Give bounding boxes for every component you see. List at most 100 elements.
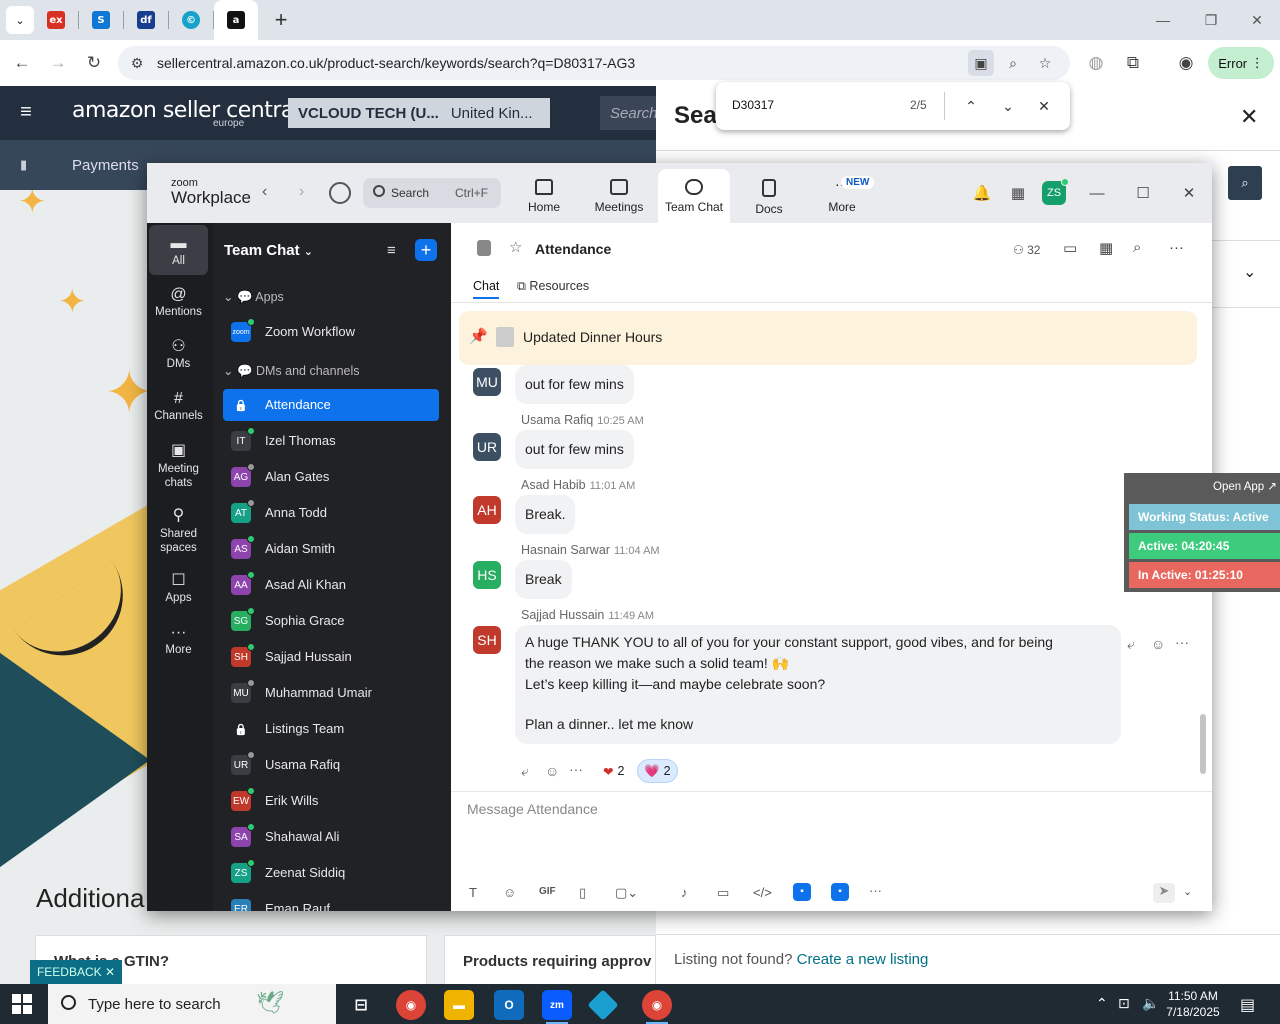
network-icon[interactable]: ⊡ <box>1118 995 1130 1012</box>
avatar[interactable]: AH <box>473 496 501 524</box>
forward-icon[interactable]: › <box>299 183 304 201</box>
approval-card-title[interactable]: Products requiring approv <box>463 953 656 970</box>
channel-title[interactable]: Attendance <box>535 241 611 257</box>
sidebar-item-shahawal-ali[interactable]: SA Shahawal Ali <box>223 821 439 853</box>
section-dms-channels[interactable]: ⌄ 💬 DMs and channels <box>223 363 360 379</box>
message-input[interactable]: Message Attendance <box>467 801 598 817</box>
find-close-icon[interactable]: ✕ <box>1032 94 1056 118</box>
screenshot-icon[interactable]: ▢⌄ <box>615 885 638 901</box>
sidebar-item-sophia-grace[interactable]: SG Sophia Grace <box>223 605 439 637</box>
sidebar-item-eman-rauf[interactable]: ER Eman Rauf <box>223 893 439 911</box>
chevron-down-icon[interactable]: ⌄ <box>1243 262 1256 282</box>
tab-resources[interactable]: ⧉ Resources <box>517 279 589 294</box>
rail-all[interactable]: ▬ All <box>149 225 208 275</box>
message-bubble[interactable]: out for few mins <box>515 430 634 469</box>
chrome-icon[interactable]: ◉ <box>396 990 426 1020</box>
clock[interactable]: 11:50 AM 7/18/2025 <box>1160 988 1226 1020</box>
avatar[interactable]: MU <box>473 368 501 396</box>
minimize-icon[interactable]: — <box>1087 183 1107 203</box>
notifications-icon[interactable]: ▤ <box>1240 995 1255 1015</box>
video-message-icon[interactable]: ▭ <box>717 885 729 901</box>
microphone-icon[interactable]: ♪ <box>681 885 688 900</box>
filter-icon[interactable]: ≡ <box>387 242 396 259</box>
section-apps[interactable]: ⌄ 💬 Apps <box>223 289 284 305</box>
message-bubble[interactable]: A huge THANK YOU to all of you for your … <box>515 625 1121 744</box>
tab-docs[interactable]: Docs <box>733 169 805 223</box>
pinned-message[interactable]: 📌 Updated Dinner Hours <box>459 311 1197 365</box>
tab-home[interactable]: Home <box>508 169 580 223</box>
avatar[interactable]: HS <box>473 561 501 589</box>
rail-mentions[interactable]: @ Mentions <box>149 284 208 318</box>
feedback-button[interactable]: FEEDBACK ✕ <box>30 960 122 984</box>
browser-tab-amazon[interactable]: a <box>214 0 258 40</box>
app-icon[interactable] <box>587 989 619 1021</box>
sidebar-item-alan-gates[interactable]: AG Alan Gates <box>223 461 439 493</box>
avatar[interactable]: SH <box>473 626 501 654</box>
chat-scrollbar[interactable] <box>1200 714 1206 774</box>
bookmark-icon[interactable]: ▮ <box>20 157 27 173</box>
app-integration-icon[interactable]: ▪ <box>793 883 811 901</box>
sender-name[interactable]: Usama Rafiq <box>521 413 593 427</box>
history-icon[interactable] <box>329 182 351 204</box>
amazon-logo[interactable]: amazon seller central <box>72 98 300 123</box>
nav-payments[interactable]: Payments <box>72 157 139 174</box>
sidebar-item-asad-ali-khan[interactable]: AA Asad Ali Khan <box>223 569 439 601</box>
back-icon[interactable]: ← <box>4 45 40 81</box>
create-listing-link[interactable]: Create a new listing <box>797 951 929 968</box>
sidebar-item-zoom-workflow[interactable]: zoom Zoom Workflow <box>223 316 439 348</box>
more-tools-icon[interactable]: ··· <box>869 883 882 898</box>
reaction-pink-heart[interactable]: 💗 2 <box>637 759 678 783</box>
reaction-heart[interactable]: ❤ 2 <box>597 759 630 783</box>
bell-icon[interactable]: 🔔 <box>972 183 992 203</box>
message-bubble[interactable]: Break <box>515 560 572 599</box>
error-button[interactable]: Error ⋮ <box>1208 47 1274 79</box>
code-icon[interactable]: </> <box>753 885 772 900</box>
tray-chevron-icon[interactable]: ⌃ <box>1096 995 1108 1012</box>
sidebar-item-aidan-smith[interactable]: AS Aidan Smith <box>223 533 439 565</box>
amazon-search-input[interactable]: Search <box>600 96 660 130</box>
sidebar-item-zeenat-siddiq[interactable]: ZS Zeenat Siddiq <box>223 857 439 889</box>
profile-icon[interactable]: ◉ <box>1168 45 1204 81</box>
rail-apps[interactable]: ☐ Apps <box>149 570 208 604</box>
sidebar-item-listings-team[interactable]: 🔒 Listings Team <box>223 713 439 745</box>
sidebar-item-izel-thomas[interactable]: IT Izel Thomas <box>223 425 439 457</box>
avatar[interactable]: UR <box>473 433 501 461</box>
reply-icon[interactable]: ⤶ <box>521 763 529 780</box>
chrome-icon[interactable]: ◉ <box>642 990 672 1024</box>
extensions-icon[interactable]: ⧉ <box>1115 45 1151 81</box>
task-view-icon[interactable]: ⊟ <box>346 990 376 1020</box>
taskbar-search[interactable]: Type here to search 🕊 <box>48 984 336 1024</box>
sidebar-item-anna-todd[interactable]: AT Anna Todd <box>223 497 439 529</box>
rail-dms[interactable]: ⚇ DMs <box>149 336 208 370</box>
video-call-icon[interactable]: ▭ <box>1063 239 1077 257</box>
new-tab-button[interactable]: + <box>266 5 296 35</box>
rail-shared-spaces[interactable]: ⚲ Shared spaces <box>149 505 208 555</box>
more-options-icon[interactable]: ··· <box>569 761 583 777</box>
address-bar[interactable]: ⚙ sellercentral.amazon.co.uk/product-sea… <box>118 46 1070 80</box>
star-icon[interactable]: ☆ <box>509 238 522 256</box>
translate-icon[interactable]: ◍ <box>1078 45 1114 81</box>
sender-name[interactable]: Sajjad Hussain <box>521 608 604 622</box>
volume-icon[interactable]: 🔈 <box>1142 995 1159 1012</box>
send-options-icon[interactable]: ⌄ <box>1183 885 1192 898</box>
new-chat-button[interactable]: + <box>415 239 437 261</box>
back-icon[interactable]: ‹ <box>262 183 267 201</box>
text-format-icon[interactable]: T <box>469 885 477 900</box>
close-window-icon[interactable]: ✕ <box>1234 0 1280 40</box>
sidebar-item-attendance[interactable]: 🔒 Attendance <box>223 389 439 421</box>
maximize-icon[interactable]: ☐ <box>1133 183 1153 203</box>
member-count[interactable]: ⚇ 32 <box>1013 243 1040 257</box>
sender-name[interactable]: Asad Habib <box>521 478 586 492</box>
zoom-search-input[interactable]: Search Ctrl+F <box>363 178 501 208</box>
find-previous-icon[interactable]: ⌃ <box>959 94 983 118</box>
add-reaction-icon[interactable]: ☺ <box>545 763 559 779</box>
zoom-icon[interactable]: ⌕ <box>1000 50 1026 76</box>
bookmark-star-icon[interactable]: ☆ <box>1032 50 1058 76</box>
sidebar-item-sajjad-hussain[interactable]: SH Sajjad Hussain <box>223 641 439 673</box>
app-integration-icon[interactable]: ▪ <box>831 883 849 901</box>
user-avatar[interactable]: ZS <box>1042 178 1069 205</box>
message-bubble[interactable]: Break. <box>515 495 576 534</box>
page-find-icon[interactable]: ▣ <box>968 50 994 76</box>
sidebar-item-muhammad-umair[interactable]: MU Muhammad Umair <box>223 677 439 709</box>
browser-tab-df[interactable]: df <box>124 0 168 40</box>
